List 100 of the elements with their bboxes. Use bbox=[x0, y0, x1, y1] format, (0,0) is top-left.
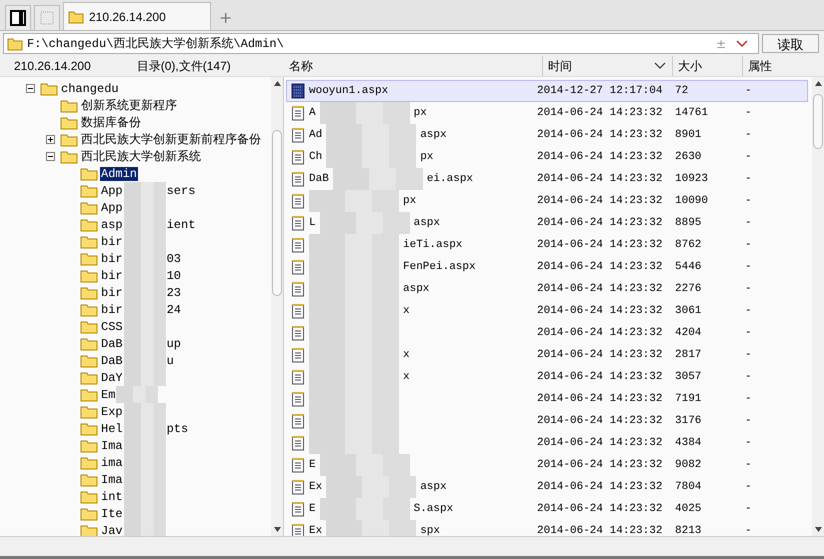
file-row[interactable]: ieTi.aspx 2014-06-24 14:23:32 8762 - bbox=[286, 234, 808, 256]
expand-icon[interactable] bbox=[46, 135, 55, 144]
folder-name[interactable]: bir bbox=[100, 286, 124, 300]
file-size: 7191 bbox=[675, 393, 702, 405]
notepad-icon bbox=[291, 303, 305, 319]
file-name: ieTi.aspx bbox=[403, 239, 462, 251]
folder-name[interactable]: pts bbox=[166, 422, 190, 436]
modified-time: 2014-06-24 14:23:32 bbox=[537, 305, 664, 317]
scroll-down-icon[interactable] bbox=[274, 527, 280, 532]
folder-tab[interactable]: 210.26.14.200 bbox=[63, 2, 211, 30]
folder-name[interactable]: bir bbox=[100, 234, 124, 248]
folder-name[interactable]: bir bbox=[100, 302, 124, 316]
file-row[interactable]: 2014-06-24 14:23:32 4204 - bbox=[286, 322, 808, 344]
file-size: 2630 bbox=[675, 151, 702, 163]
folder-name[interactable]: sers bbox=[166, 184, 196, 198]
file-size: 10923 bbox=[675, 173, 710, 185]
folder-name[interactable]: changedu bbox=[60, 82, 120, 96]
folder-icon bbox=[80, 388, 98, 402]
folder-name[interactable]: 10 bbox=[166, 268, 182, 282]
file-row[interactable]: E 2014-06-24 14:23:32 9082 - bbox=[286, 454, 808, 476]
folder-name[interactable]: DaY bbox=[100, 370, 124, 384]
folder-name[interactable]: 数据库备份 bbox=[80, 114, 142, 131]
file-row[interactable]: Ex spx 2014-06-24 14:23:32 8213 - bbox=[286, 520, 808, 536]
folder-name[interactable]: int bbox=[100, 490, 124, 504]
column-header[interactable]: 时间 bbox=[543, 56, 673, 76]
file-row[interactable]: 2014-06-24 14:23:32 3176 - bbox=[286, 410, 808, 432]
folder-name[interactable]: asp bbox=[100, 218, 124, 232]
folder-name[interactable]: ient bbox=[166, 218, 196, 232]
dropdown-caret-icon[interactable] bbox=[736, 40, 748, 48]
folder-name[interactable]: Exp bbox=[100, 404, 124, 418]
file-row[interactable]: L aspx 2014-06-24 14:23:32 8895 - bbox=[286, 212, 808, 234]
folder-name[interactable]: ima bbox=[100, 456, 124, 470]
file-row[interactable]: 2014-06-24 14:23:32 4384 - bbox=[286, 432, 808, 454]
modified-time: 2014-06-24 14:23:32 bbox=[537, 217, 664, 229]
blank-page-icon bbox=[40, 11, 54, 25]
scrollbar[interactable] bbox=[812, 77, 824, 536]
file-name: x bbox=[403, 349, 410, 361]
file-row[interactable]: aspx 2014-06-24 14:23:32 2276 - bbox=[286, 278, 808, 300]
folder-name[interactable]: Hel bbox=[100, 422, 124, 436]
notepad-icon bbox=[291, 259, 305, 275]
folder-name[interactable]: 23 bbox=[166, 286, 182, 300]
file-row[interactable]: x 2014-06-24 14:23:32 3061 - bbox=[286, 300, 808, 322]
column-header[interactable]: 大小 bbox=[673, 56, 743, 76]
notepad-icon bbox=[291, 325, 305, 341]
file-attribute: - bbox=[745, 415, 753, 427]
folder-name[interactable]: Ite bbox=[100, 506, 124, 520]
modified-time: 2014-06-24 14:23:32 bbox=[537, 525, 664, 536]
column-header[interactable]: 名称 bbox=[284, 56, 543, 76]
scroll-up-icon[interactable] bbox=[274, 81, 280, 86]
folder-name[interactable]: DaB bbox=[100, 354, 124, 368]
column-header[interactable]: 属性 bbox=[743, 56, 824, 76]
file-row[interactable]: wooyun1.aspx 2014-12-27 12:17:04 72 - bbox=[286, 80, 808, 102]
file-row[interactable]: E S.aspx 2014-06-24 14:23:32 4025 - bbox=[286, 498, 808, 520]
folder-name[interactable]: up bbox=[166, 336, 182, 350]
folder-name[interactable]: 03 bbox=[166, 252, 182, 266]
folder-icon bbox=[80, 456, 98, 470]
file-row[interactable]: FenPei.aspx 2014-06-24 14:23:32 5446 - bbox=[286, 256, 808, 278]
scroll-down-icon[interactable] bbox=[814, 527, 822, 532]
folder-name[interactable]: Ima bbox=[100, 472, 124, 486]
folder-name[interactable]: Em bbox=[100, 388, 116, 402]
folder-name[interactable]: 创新系统更新程序 bbox=[80, 97, 178, 114]
file-name: px bbox=[420, 151, 434, 163]
collapse-icon[interactable] bbox=[46, 152, 55, 161]
file-row[interactable]: Ch px 2014-06-24 14:23:32 2630 - bbox=[286, 146, 808, 168]
new-tab-button[interactable]: + bbox=[214, 5, 238, 30]
folder-name[interactable]: DaB bbox=[100, 336, 124, 350]
notepad-icon bbox=[291, 479, 305, 495]
folder-name[interactable]: u bbox=[166, 354, 175, 368]
scrollbar[interactable] bbox=[271, 77, 283, 536]
scrollbar-thumb[interactable] bbox=[272, 130, 282, 296]
scroll-up-icon[interactable] bbox=[814, 81, 822, 86]
file-row[interactable]: 2014-06-24 14:23:32 7191 - bbox=[286, 388, 808, 410]
folder-name[interactable]: Jav bbox=[100, 524, 124, 536]
file-row[interactable]: x 2014-06-24 14:23:32 2817 - bbox=[286, 344, 808, 366]
folder-name[interactable]: CSS bbox=[100, 320, 124, 334]
file-row[interactable]: px 2014-06-24 14:23:32 10090 - bbox=[286, 190, 808, 212]
folder-name[interactable]: 24 bbox=[166, 302, 182, 316]
file-row[interactable]: x 2014-06-24 14:23:32 3057 - bbox=[286, 366, 808, 388]
file-row[interactable]: Ex aspx 2014-06-24 14:23:32 7804 - bbox=[286, 476, 808, 498]
file-row[interactable]: DaB ei.aspx 2014-06-24 14:23:32 10923 - bbox=[286, 168, 808, 190]
scrollbar-thumb[interactable] bbox=[813, 94, 823, 149]
collapse-icon[interactable] bbox=[26, 84, 35, 93]
folder-name[interactable]: bir bbox=[100, 252, 124, 266]
folder-name[interactable]: 西北民族大学创新系统 bbox=[80, 148, 202, 165]
folder-name[interactable]: Ima bbox=[100, 438, 124, 452]
file-row[interactable]: Ad aspx 2014-06-24 14:23:32 8901 - bbox=[286, 124, 808, 146]
modified-time: 2014-06-24 14:23:32 bbox=[537, 459, 664, 471]
file-row[interactable]: A px 2014-06-24 14:23:32 14761 - bbox=[286, 102, 808, 124]
folder-name[interactable]: App bbox=[100, 184, 124, 198]
folder-name[interactable]: App bbox=[100, 200, 124, 214]
folder-name[interactable]: bir bbox=[100, 268, 124, 282]
file-attribute: - bbox=[745, 371, 753, 383]
folder-name[interactable]: 西北民族大学创新更新前程序备份 bbox=[80, 131, 262, 148]
folder-name[interactable]: Admin bbox=[100, 166, 138, 180]
read-button[interactable]: 读取 bbox=[762, 34, 819, 53]
notepad-icon bbox=[291, 391, 305, 407]
file-size: 72 bbox=[675, 85, 690, 97]
modified-time: 2014-06-24 14:23:32 bbox=[537, 393, 664, 405]
panel-toggle-tab[interactable] bbox=[5, 5, 31, 30]
address-field[interactable]: F:\changedu\西北民族大学创新系统\Admin\ ± bbox=[3, 33, 759, 54]
